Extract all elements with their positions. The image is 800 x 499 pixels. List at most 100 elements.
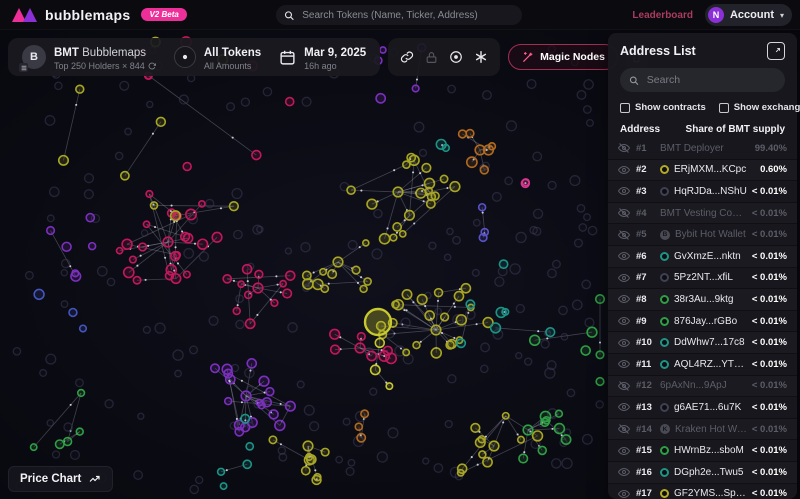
bubble-node-dim[interactable] bbox=[525, 358, 532, 365]
bubble-node[interactable] bbox=[31, 444, 37, 450]
bubble-node[interactable] bbox=[431, 192, 439, 200]
bubble-node[interactable] bbox=[56, 440, 64, 448]
bubble-node[interactable] bbox=[375, 338, 384, 347]
bubble-node-dim[interactable] bbox=[343, 418, 350, 425]
bubble-node[interactable] bbox=[124, 267, 134, 277]
bubble-node-dim[interactable] bbox=[575, 239, 583, 247]
bubble-node-dim[interactable] bbox=[61, 270, 67, 276]
bubble-node[interactable] bbox=[151, 202, 158, 209]
bubble-node[interactable] bbox=[307, 455, 316, 464]
share-link-icon[interactable] bbox=[400, 50, 414, 64]
bubble-node[interactable] bbox=[363, 240, 369, 246]
bubble-node[interactable] bbox=[62, 242, 71, 251]
lock-icon[interactable] bbox=[425, 51, 438, 64]
bubble-node[interactable] bbox=[64, 438, 72, 446]
bubble-node[interactable] bbox=[286, 401, 296, 411]
visibility-toggle-icon[interactable] bbox=[618, 423, 631, 435]
bubble-node[interactable] bbox=[218, 468, 225, 475]
bubble-node[interactable] bbox=[266, 388, 274, 396]
bubble-node[interactable] bbox=[457, 339, 465, 347]
bubble-node[interactable] bbox=[211, 364, 219, 372]
bubble-node[interactable] bbox=[171, 211, 181, 221]
bubble-node-dim[interactable] bbox=[567, 389, 574, 396]
bubble-node[interactable] bbox=[286, 98, 294, 106]
bubble-node[interactable] bbox=[431, 348, 441, 358]
bubble-node-dim[interactable] bbox=[116, 152, 123, 159]
bubble-node-dim[interactable] bbox=[241, 98, 249, 106]
bubble-node[interactable] bbox=[280, 281, 286, 287]
bubble-node-dim[interactable] bbox=[297, 381, 304, 388]
bubble-node[interactable] bbox=[441, 313, 449, 321]
bubble-node[interactable] bbox=[355, 343, 365, 353]
address-row[interactable]: #11 AQL4RZ...YTCK < 0.01% bbox=[608, 354, 797, 376]
bubble-node[interactable] bbox=[518, 436, 525, 443]
bubble-node[interactable] bbox=[435, 289, 443, 297]
address-row[interactable]: #9 876Jay...rGBo < 0.01% bbox=[608, 311, 797, 333]
bubble-node-dim[interactable] bbox=[516, 232, 526, 242]
bubble-node[interactable] bbox=[480, 166, 488, 174]
bubble-node-dim[interactable] bbox=[579, 224, 586, 231]
bubble-node-dim[interactable] bbox=[40, 370, 47, 377]
visibility-toggle-icon[interactable] bbox=[618, 380, 631, 392]
bubble-node-dim[interactable] bbox=[53, 451, 60, 458]
bubble-node-dim[interactable] bbox=[435, 308, 441, 314]
bubble-node[interactable] bbox=[252, 151, 261, 160]
bubble-node[interactable] bbox=[255, 270, 263, 278]
bubble-node-dim[interactable] bbox=[548, 269, 557, 278]
bubble-node-dim[interactable] bbox=[206, 199, 214, 207]
bubble-node-dim[interactable] bbox=[50, 187, 59, 196]
bubble-node-dim[interactable] bbox=[304, 405, 314, 415]
bubble-node-dim[interactable] bbox=[61, 301, 68, 308]
bubble-node[interactable] bbox=[303, 279, 313, 289]
bubble-node[interactable] bbox=[450, 182, 460, 192]
bubble-node-dim[interactable] bbox=[481, 343, 490, 352]
bubble-node[interactable] bbox=[171, 252, 180, 261]
token-selector[interactable]: B BMT Bubblemaps Top 250 Holders × 844 bbox=[22, 43, 156, 72]
bubble-node[interactable] bbox=[519, 454, 528, 463]
address-row[interactable]: #2 ERjMXM...KCpc 0.60% bbox=[608, 160, 797, 182]
bubble-node[interactable] bbox=[34, 289, 44, 299]
account-menu[interactable]: N Account ▾ bbox=[705, 4, 792, 26]
bubble-node-dim[interactable] bbox=[483, 91, 492, 100]
brand-logo[interactable]: bubblemaps V2 Beta bbox=[12, 7, 187, 23]
bubble-node[interactable] bbox=[331, 345, 340, 354]
visibility-toggle-icon[interactable] bbox=[618, 142, 631, 154]
visibility-toggle-icon[interactable] bbox=[618, 358, 631, 370]
bubble-node[interactable] bbox=[521, 179, 529, 187]
bubble-node[interactable] bbox=[330, 329, 340, 339]
bubble-node[interactable] bbox=[258, 402, 265, 409]
bubble-node-dim[interactable] bbox=[236, 295, 243, 302]
bubble-node-dim[interactable] bbox=[348, 241, 357, 250]
bubble-node[interactable] bbox=[436, 140, 446, 150]
bubble-node[interactable] bbox=[76, 85, 84, 93]
bubble-node-dim[interactable] bbox=[548, 181, 556, 189]
bubble-node[interactable] bbox=[530, 335, 540, 345]
bubble-node[interactable] bbox=[72, 270, 79, 277]
bubble-node-dim[interactable] bbox=[434, 464, 443, 473]
bubble-node-dim[interactable] bbox=[584, 106, 591, 113]
address-row[interactable]: #14 K Kraken Hot Wallet < 0.01% bbox=[608, 419, 797, 441]
visibility-toggle-icon[interactable] bbox=[618, 337, 631, 349]
bubble-node-dim[interactable] bbox=[227, 103, 235, 111]
price-chart-button[interactable]: Price Chart bbox=[8, 466, 113, 492]
bubble-node[interactable] bbox=[546, 328, 555, 337]
bubble-node[interactable] bbox=[286, 271, 295, 280]
bubble-node-dim[interactable] bbox=[64, 423, 72, 431]
address-row[interactable]: #6 GvXmzE...nktn < 0.01% bbox=[608, 246, 797, 268]
visibility-toggle-icon[interactable] bbox=[618, 488, 631, 499]
bubble-node-dim[interactable] bbox=[448, 85, 456, 93]
bubble-node-dim[interactable] bbox=[236, 320, 244, 328]
bubble-node-dim[interactable] bbox=[301, 243, 310, 252]
bubble-node-dim[interactable] bbox=[492, 193, 501, 202]
address-row[interactable]: #13 g6AE71...6u7K < 0.01% bbox=[608, 397, 797, 419]
bubble-node[interactable] bbox=[402, 290, 411, 299]
bubble-node-dim[interactable] bbox=[257, 226, 263, 232]
bubble-node[interactable] bbox=[143, 221, 149, 227]
bubble-node-dim[interactable] bbox=[423, 458, 429, 464]
bubble-node[interactable] bbox=[89, 243, 96, 250]
bubble-node[interactable] bbox=[422, 164, 431, 173]
visibility-toggle-icon[interactable] bbox=[618, 164, 631, 176]
bubble-node-dim[interactable] bbox=[47, 215, 54, 222]
bubble-node-dim[interactable] bbox=[585, 318, 594, 327]
bubble-node[interactable] bbox=[347, 186, 355, 194]
